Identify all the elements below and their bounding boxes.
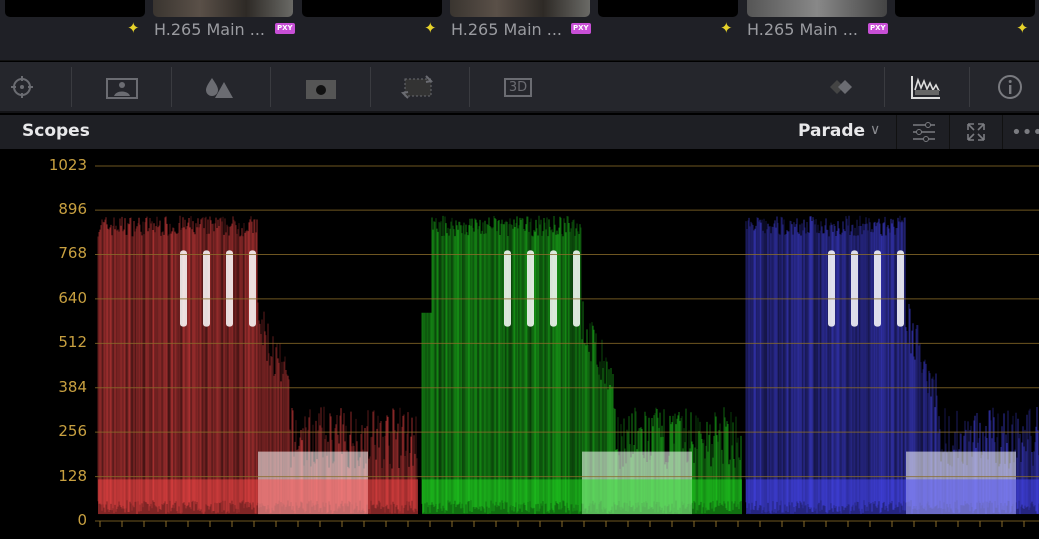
shadow-region (422, 479, 742, 515)
expand-icon[interactable] (961, 120, 991, 144)
clip-label: H.265 Main ... (451, 20, 562, 39)
toolbar: 3D (0, 62, 1039, 113)
more-options-icon[interactable]: ••• (1011, 120, 1039, 144)
scale-label: 256 (58, 422, 87, 441)
shadow-region (98, 479, 418, 515)
scale-label: 384 (58, 377, 87, 396)
color-drops-icon[interactable] (199, 70, 239, 104)
chevron-down-icon[interactable]: ∨ (870, 122, 880, 138)
highlight-streak (828, 250, 835, 327)
proxy-badge: PXY (571, 23, 591, 34)
clip-thumbnail[interactable] (5, 0, 145, 17)
highlight-streak (527, 250, 534, 327)
proxy-badge: PXY (275, 23, 295, 34)
highlight-streak (874, 250, 881, 327)
clip-thumbnail[interactable] (598, 0, 738, 17)
highlight-streak (851, 250, 858, 327)
highlight-streak (897, 250, 904, 327)
sparkle-icon: ✦ (424, 19, 437, 37)
highlight-streak (226, 250, 233, 327)
shadow-region (746, 479, 1039, 515)
clip-thumbnail[interactable] (747, 0, 887, 17)
sparkle-icon: ✦ (720, 19, 733, 37)
clip-thumbnail[interactable] (302, 0, 442, 17)
mask-icon[interactable] (298, 70, 338, 104)
settings-sliders-icon[interactable] (909, 120, 939, 144)
highlight-streak (203, 250, 210, 327)
scopes-header: Scopes Parade ∨ ••• (0, 115, 1039, 149)
scale-label: 0 (77, 511, 87, 529)
scale-label: 640 (58, 288, 87, 307)
clip-thumbnail[interactable] (450, 0, 590, 17)
clip-thumbnail[interactable] (153, 0, 293, 17)
highlight-streak (550, 250, 557, 327)
proxy-badge: PXY (868, 23, 888, 34)
sparkle-icon: ✦ (1016, 19, 1029, 37)
target-icon[interactable] (2, 70, 42, 104)
picture-in-frame-icon[interactable] (100, 70, 140, 104)
sparkle-icon: ✦ (127, 19, 140, 37)
scale-label: 128 (58, 466, 87, 485)
3d-icon[interactable]: 3D (498, 70, 538, 104)
scopes-icon[interactable] (906, 70, 946, 104)
highlight-streak (573, 250, 580, 327)
clip-strip: ✦ H.265 Main ... PXY ✦ H.265 Main ... PX… (0, 0, 1039, 61)
highlight-streak (249, 250, 256, 327)
scale-label: 512 (58, 333, 87, 352)
scope-mode-dropdown[interactable]: Parade (798, 121, 865, 141)
scale-label: 1023 (48, 156, 87, 174)
parade-scope: 1023 896 768 640 512 384 256 128 0 (0, 150, 1039, 535)
panel-title: Scopes (22, 121, 90, 141)
clip-label: H.265 Main ... (747, 20, 858, 39)
scale-label: 896 (58, 200, 87, 219)
scale-label: 768 (58, 244, 87, 263)
highlight-streak (504, 250, 511, 327)
info-icon[interactable] (990, 70, 1030, 104)
layers-icon[interactable] (820, 70, 860, 104)
clip-label: H.265 Main ... (154, 20, 265, 39)
highlight-streak (180, 250, 187, 327)
clip-thumbnail[interactable] (895, 0, 1035, 17)
transform-icon[interactable] (398, 70, 438, 104)
waveform-canvas (95, 165, 1039, 527)
